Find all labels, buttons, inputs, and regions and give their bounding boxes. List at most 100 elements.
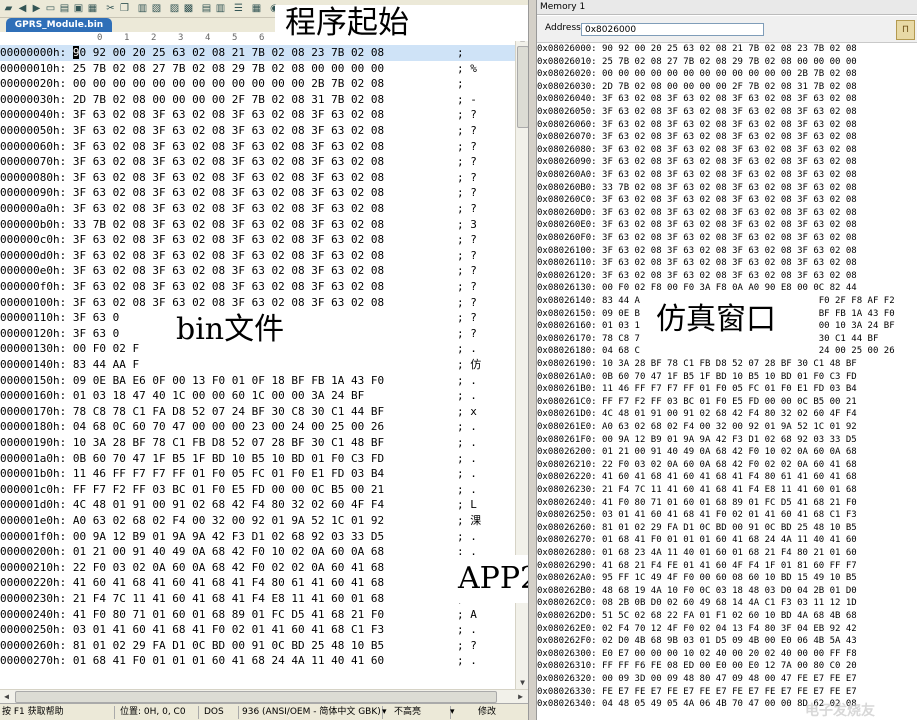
memory-row[interactable]: 0x080261F0: 00 9A 12 B9 01 9A 9A 42 F3 D…	[537, 434, 857, 447]
memory-row[interactable]: 0x08026200: 01 21 00 91 40 49 0A 68 42 F…	[537, 446, 857, 459]
hex-bytes[interactable]: 41 F0 80 71 01 60 01 68 89 01 FC D5 41 6…	[73, 608, 384, 621]
horizontal-scrollbar[interactable]: ◀ ▶	[0, 689, 528, 703]
memory-row[interactable]: 0x08026180: 04 68 C 24 00 25 00 26	[537, 345, 895, 358]
hex-bytes[interactable]: 83 44 AA F	[73, 358, 139, 371]
hex-row[interactable]: 00000200h: 01 21 00 91 40 49 0A 68 42 F0…	[0, 544, 477, 560]
hex-bytes[interactable]: FF F7 F2 FF 03 BC 01 F0 E5 FD 00 00 0C B…	[73, 483, 384, 496]
hex-bytes[interactable]: 81 01 02 29 FA D1 0C BD 00 91 0C BD 25 4…	[73, 639, 384, 652]
memory-row[interactable]: 0x080260E0: 3F 63 02 08 3F 63 02 08 3F 6…	[537, 219, 857, 232]
save-icon[interactable]: ▣	[72, 2, 85, 15]
replace-icon[interactable]: ▩	[182, 2, 195, 15]
memory-row[interactable]: 0x08026280: 01 68 23 4A 11 40 01 60 01 6…	[537, 547, 857, 560]
hex-bytes[interactable]: 04 68 0C 60 70 47 00 00 00 23 00 24 00 2…	[73, 420, 384, 433]
hex-bytes[interactable]: 01 68 41 F0 01 01 01 60 41 68 24 4A 11 4…	[73, 654, 384, 667]
memory-row[interactable]: 0x08026230: 21 F4 7C 11 41 60 41 68 41 F…	[537, 484, 857, 497]
hex-row[interactable]: 00000100h: 3F 63 02 08 3F 63 02 08 3F 63…	[0, 295, 477, 311]
hex-row[interactable]: 00000230h: 21 F4 7C 11 41 60 41 68 41 F4…	[0, 591, 477, 607]
hex-bytes[interactable]: 0B 60 70 47 1F B5 1F BD 10 B5 10 BD 01 F…	[73, 452, 384, 465]
forward-icon[interactable]: ▶	[30, 2, 43, 15]
memory-row[interactable]: 0x08026000: 90 92 00 20 25 63 02 08 21 7…	[537, 43, 857, 56]
memory-row[interactable]: 0x08026090: 3F 63 02 08 3F 63 02 08 3F 6…	[537, 156, 857, 169]
hex-row[interactable]: 000000a0h: 3F 63 02 08 3F 63 02 08 3F 63…	[0, 201, 477, 217]
memory-row[interactable]: 0x08026110: 3F 63 02 08 3F 63 02 08 3F 6…	[537, 257, 857, 270]
memory-row[interactable]: 0x080260A0: 3F 63 02 08 3F 63 02 08 3F 6…	[537, 169, 857, 182]
hex-bytes[interactable]: 3F 63 02 08 3F 63 02 08 3F 63 02 08 3F 6…	[73, 264, 384, 277]
hex-row[interactable]: 000000e0h: 3F 63 02 08 3F 63 02 08 3F 63…	[0, 263, 477, 279]
hex-row[interactable]: 000001b0h: 11 46 FF F7 F7 FF 01 F0 05 FC…	[0, 466, 477, 482]
hex-bytes[interactable]: 3F 63 02 08 3F 63 02 08 3F 63 02 08 3F 6…	[73, 108, 384, 121]
memory-row[interactable]: 0x08026290: 41 68 21 F4 FE 01 41 60 4F F…	[537, 560, 857, 573]
memory-row[interactable]: 0x080260B0: 33 7B 02 08 3F 63 02 08 3F 6…	[537, 182, 857, 195]
memory-row[interactable]: 0x08026030: 2D 7B 02 08 00 00 00 00 2F 7…	[537, 81, 857, 94]
hex-bytes[interactable]: 00 00 00 00 00 00 00 00 00 00 00 00 2B 7…	[73, 77, 384, 90]
scroll-left-icon[interactable]: ◀	[1, 691, 12, 702]
memory-row[interactable]: 0x080260D0: 3F 63 02 08 3F 63 02 08 3F 6…	[537, 207, 857, 220]
hex-bytes[interactable]: A0 63 02 68 02 F4 00 32 00 92 01 9A 52 1…	[73, 514, 384, 527]
hex-bytes[interactable]: 21 F4 7C 11 41 60 41 68 41 F4 E8 11 41 6…	[73, 592, 384, 605]
memory-row[interactable]: 0x080262F0: 02 D0 4B 68 9B 03 01 D5 09 4…	[537, 635, 857, 648]
memory-row[interactable]: 0x080262A0: 95 FF 1C 49 4F F0 00 60 08 6…	[537, 572, 857, 585]
cut-icon[interactable]: ✂	[104, 2, 117, 15]
print-icon[interactable]: ▥	[136, 2, 149, 15]
memory-row[interactable]: 0x08026250: 03 01 41 60 41 68 41 F0 02 0…	[537, 509, 857, 522]
hex-row[interactable]: 00000030h: 2D 7B 02 08 00 00 00 00 2F 7B…	[0, 92, 477, 108]
hex-bytes[interactable]: 33 7B 02 08 3F 63 02 08 3F 63 02 08 3F 6…	[73, 218, 384, 231]
hex-row[interactable]: 00000240h: 41 F0 80 71 01 60 01 68 89 01…	[0, 607, 477, 623]
print-preview-icon[interactable]: ▧	[150, 2, 163, 15]
open-file-icon[interactable]: ▤	[58, 2, 71, 15]
memory-row[interactable]: 0x080261B0: 11 46 FF F7 F7 FF 01 F0 05 F…	[537, 383, 857, 396]
memory-row[interactable]: 0x08026130: 00 F0 02 F8 00 F0 3A F8 0A A…	[537, 282, 857, 295]
hex-row[interactable]: 00000040h: 3F 63 02 08 3F 63 02 08 3F 63…	[0, 107, 477, 123]
hex-row[interactable]: 00000130h: 00 F0 02 F ; .	[0, 341, 477, 357]
memory-row[interactable]: 0x08026320: 00 09 3D 00 09 48 80 47 09 4…	[537, 673, 857, 686]
memory-row[interactable]: 0x080262C0: 08 2B 0B D0 02 60 49 68 14 4…	[537, 597, 857, 610]
chevron-down-icon[interactable]: ▾	[380, 706, 392, 719]
hex-bytes[interactable]: 3F 63 02 08 3F 63 02 08 3F 63 02 08 3F 6…	[73, 186, 384, 199]
memory-row[interactable]: 0x08026240: 41 F0 80 71 01 60 01 68 89 0…	[537, 497, 857, 510]
hex-bytes[interactable]: 10 3A 28 BF 78 C1 FB D8 52 07 28 BF 30 C…	[73, 436, 384, 449]
lock-icon[interactable]: ⊓	[896, 20, 915, 40]
hex-row[interactable]: 000001e0h: A0 63 02 68 02 F4 00 32 00 92…	[0, 513, 481, 529]
hex-row[interactable]: 00000210h: 22 F0 03 02 0A 60 0A 68 42 F0…	[0, 560, 477, 576]
list-icon[interactable]: ☰	[232, 2, 245, 15]
hex-row[interactable]: 00000010h: 25 7B 02 08 27 7B 02 08 29 7B…	[0, 61, 477, 77]
hex-bytes[interactable]: 3F 63 02 08 3F 63 02 08 3F 63 02 08 3F 6…	[73, 249, 384, 262]
hex-bytes[interactable]: 01 03 18 47 40 1C 00 00 60 1C 00 00 3A 2…	[73, 389, 364, 402]
hex-bytes[interactable]: 2D 7B 02 08 00 00 00 00 2F 7B 02 08 31 7…	[73, 93, 384, 106]
memory-row[interactable]: 0x08026300: E0 E7 00 00 00 10 02 40 00 2…	[537, 648, 857, 661]
memory-row[interactable]: 0x08026020: 00 00 00 00 00 00 00 00 00 0…	[537, 68, 857, 81]
memory-row[interactable]: 0x080262B0: 48 68 19 4A 10 F0 0C 03 18 4…	[537, 585, 857, 598]
scroll-down-icon[interactable]: ▼	[517, 677, 528, 688]
find-icon[interactable]: ▨	[168, 2, 181, 15]
memory-row[interactable]: 0x08026040: 3F 63 02 08 3F 63 02 08 3F 6…	[537, 93, 857, 106]
memory-row[interactable]: 0x08026330: FE E7 FE E7 FE E7 FE E7 FE E…	[537, 686, 857, 699]
memory-row[interactable]: 0x08026120: 3F 63 02 08 3F 63 02 08 3F 6…	[537, 270, 857, 283]
memory-row[interactable]: 0x080261E0: A0 63 02 68 02 F4 00 32 00 9…	[537, 421, 857, 434]
hex-row[interactable]: 00000090h: 3F 63 02 08 3F 63 02 08 3F 63…	[0, 185, 477, 201]
save-all-icon[interactable]: ▦	[86, 2, 99, 15]
hex-bytes[interactable]: 41 60 41 68 41 60 41 68 41 F4 80 61 41 6…	[73, 576, 384, 589]
hex-bytes[interactable]: 01 21 00 91 40 49 0A 68 42 F0 10 02 0A 6…	[73, 545, 384, 558]
settings-icon[interactable]: ▦	[250, 2, 263, 15]
back-icon[interactable]: ◀	[16, 2, 29, 15]
memory-row[interactable]: 0x08026080: 3F 63 02 08 3F 63 02 08 3F 6…	[537, 144, 857, 157]
open-folder-icon[interactable]: ▰	[2, 2, 15, 15]
hex-row[interactable]: 00000050h: 3F 63 02 08 3F 63 02 08 3F 63…	[0, 123, 477, 139]
pane-divider[interactable]	[528, 0, 537, 720]
status-encoding[interactable]: 936 (ANSI/OEM - 简体中文 GBK)	[240, 706, 383, 719]
memory-row[interactable]: 0x080262E0: 02 F4 70 12 4F F0 02 04 13 F…	[537, 623, 857, 636]
hex-bytes[interactable]: 4C 48 01 91 00 91 02 68 42 F4 80 32 02 6…	[73, 498, 384, 511]
hex-bytes[interactable]: 3F 63 0	[73, 311, 119, 324]
hex-bytes[interactable]: 25 7B 02 08 27 7B 02 08 29 7B 02 08 00 0…	[73, 62, 384, 75]
hex-row[interactable]: 00000080h: 3F 63 02 08 3F 63 02 08 3F 63…	[0, 170, 477, 186]
hex-row[interactable]: 000000c0h: 3F 63 02 08 3F 63 02 08 3F 63…	[0, 232, 477, 248]
hex-row[interactable]: 000001a0h: 0B 60 70 47 1F B5 1F BD 10 B5…	[0, 451, 477, 467]
hex-bytes[interactable]: 3F 63 02 08 3F 63 02 08 3F 63 02 08 3F 6…	[73, 202, 384, 215]
hex-row[interactable]: 000000d0h: 3F 63 02 08 3F 63 02 08 3F 63…	[0, 248, 477, 264]
hex-bytes[interactable]: 09 0E BA E6 0F 00 13 F0 01 0F 18 BF FB 1…	[73, 374, 384, 387]
hex-row[interactable]: 000001f0h: 00 9A 12 B9 01 9A 9A 42 F3 D1…	[0, 529, 477, 545]
memory-row[interactable]: 0x080260C0: 3F 63 02 08 3F 63 02 08 3F 6…	[537, 194, 857, 207]
new-file-icon[interactable]: ▭	[44, 2, 57, 15]
status-highlight[interactable]: 不高亮	[392, 706, 451, 719]
h-scroll-thumb[interactable]	[15, 691, 497, 703]
